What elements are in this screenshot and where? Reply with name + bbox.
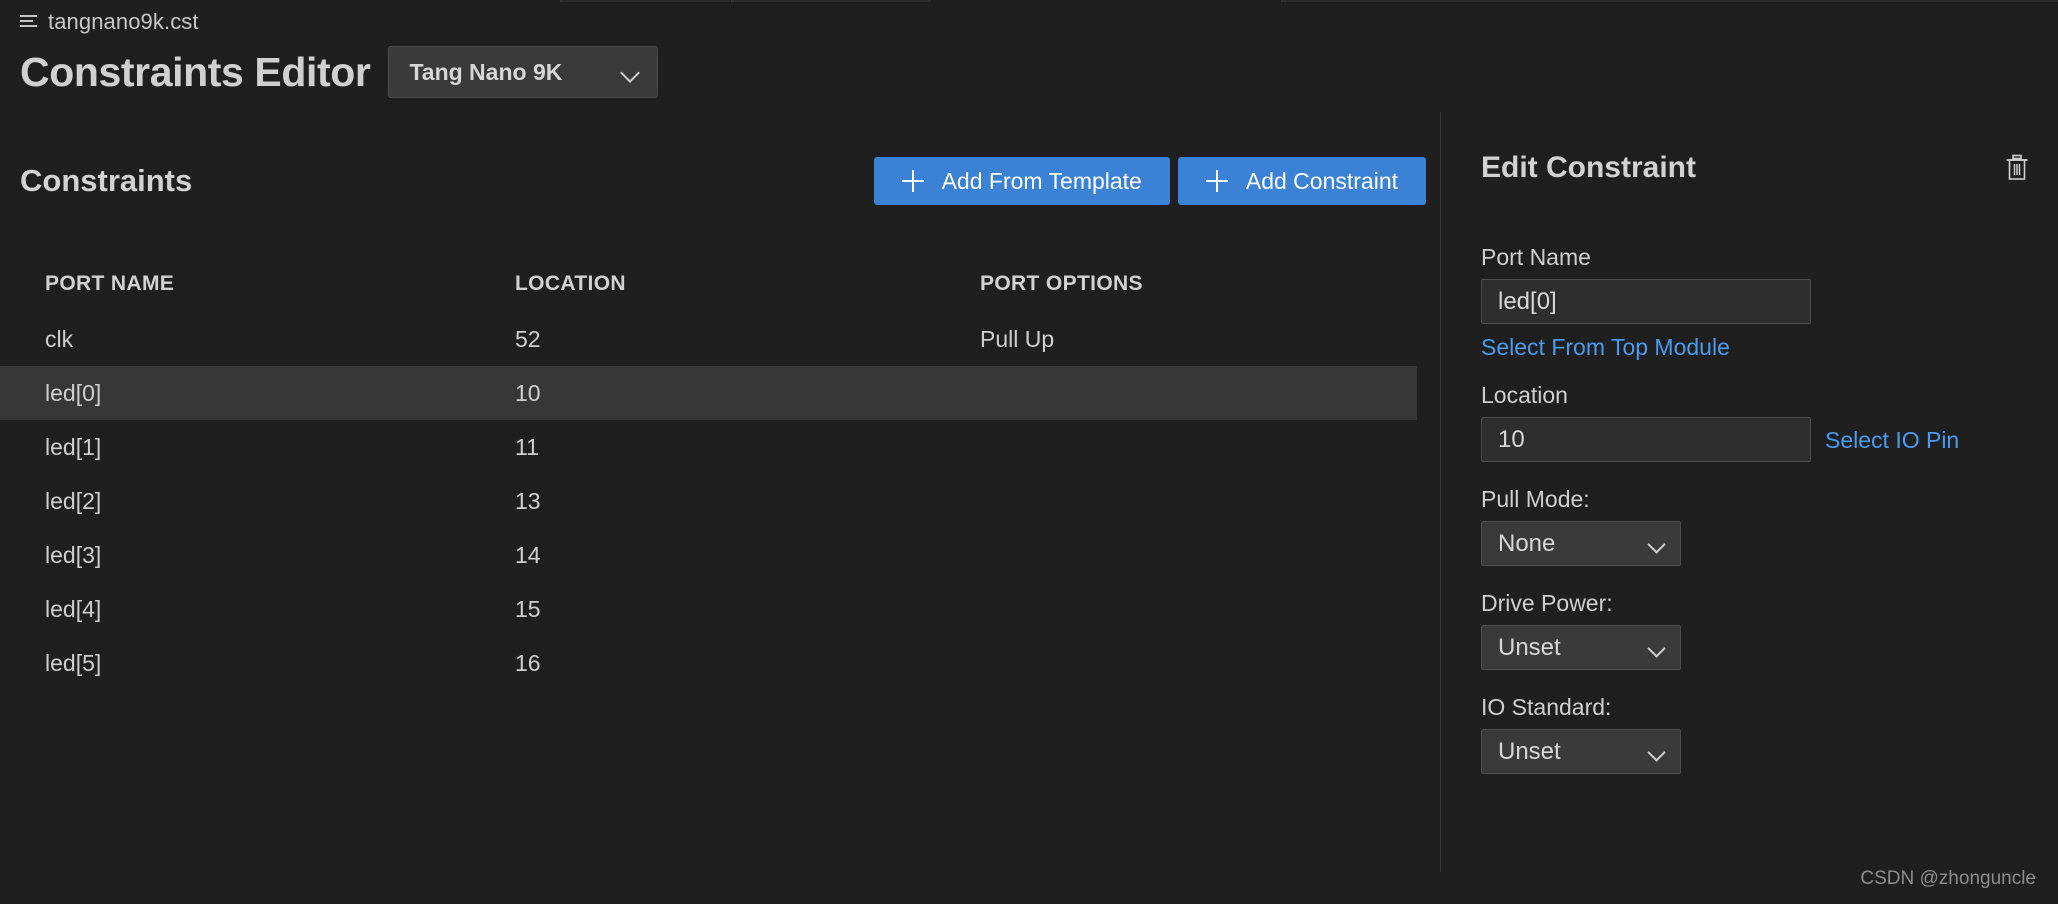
add-from-template-button[interactable]: Add From Template [873, 157, 1170, 205]
io-standard-select[interactable]: Unset [1481, 729, 1681, 774]
drive-power-label: Drive Power: [1481, 590, 1613, 616]
add-from-template-label: Add From Template [941, 167, 1142, 194]
chevron-down-icon [1648, 538, 1666, 549]
table-row[interactable]: led[3] 14 [0, 528, 1417, 582]
table-row[interactable]: led[5] 16 [0, 636, 1417, 690]
tab-segment[interactable] [731, 0, 931, 2]
cell-location: 52 [515, 325, 541, 352]
cell-location: 14 [515, 541, 541, 568]
column-header-port-name: PORT NAME [45, 272, 175, 295]
port-name-input[interactable] [1481, 279, 1811, 324]
cell-port-name: led[3] [45, 541, 102, 568]
plus-icon [901, 170, 924, 192]
add-constraint-label: Add Constraint [1245, 167, 1398, 194]
cell-port-name: led[5] [45, 649, 102, 676]
edit-constraint-header: Edit Constraint [1461, 150, 2038, 206]
list-icon [20, 15, 37, 29]
pull-mode-field-group: Pull Mode: None [1481, 484, 2038, 566]
breadcrumb[interactable]: tangnano9k.cst [20, 9, 199, 35]
add-constraint-button[interactable]: Add Constraint [1177, 157, 1426, 205]
cell-location: 13 [515, 487, 541, 514]
table-row[interactable]: led[0] 10 [0, 366, 1417, 420]
tab-segment[interactable] [1281, 0, 2058, 2]
chevron-down-icon [1648, 746, 1666, 757]
cell-port-name: clk [45, 325, 74, 352]
select-from-top-module-link[interactable]: Select From Top Module [1481, 332, 1730, 362]
chevron-down-icon [621, 66, 641, 78]
breadcrumb-file-label: tangnano9k.cst [48, 9, 199, 34]
board-select[interactable]: Tang Nano 9K [388, 46, 659, 98]
table-body: clk 52 Pull Up led[0] 10 led[1] 11 led[2] 13 led[… [0, 312, 1417, 690]
table-row[interactable]: led[4] 15 [0, 582, 1417, 636]
table-row[interactable]: clk 52 Pull Up [0, 312, 1417, 366]
constraints-header: Constraints Add From Template Add Constr… [0, 150, 1440, 212]
cell-port-name: led[0] [45, 379, 102, 406]
header-row: Constraints Editor Tang Nano 9K [20, 46, 659, 98]
table-row[interactable]: led[2] 13 [0, 474, 1417, 528]
edit-constraint-pane: Edit Constraint Port Name Select From To… [1441, 150, 2058, 774]
select-io-pin-link[interactable]: Select IO Pin [1825, 425, 1959, 455]
location-input[interactable] [1481, 417, 1811, 462]
board-select-value: Tang Nano 9K [409, 58, 563, 85]
column-header-port-options: PORT OPTIONS [980, 272, 1143, 295]
page-title: Constraints Editor [20, 49, 371, 95]
plus-icon [1205, 170, 1228, 192]
port-name-label: Port Name [1481, 244, 1591, 270]
tab-segment[interactable] [560, 0, 730, 2]
constraints-pane: Constraints Add From Template Add Constr… [0, 150, 1440, 690]
drive-power-field-group: Drive Power: Unset [1481, 588, 2038, 670]
cell-location: 10 [515, 379, 541, 406]
cell-location: 15 [515, 595, 541, 622]
table-header-row: PORT NAME LOCATION PORT OPTIONS [0, 260, 1417, 312]
editor-tab-strip [0, 0, 2058, 4]
cell-location: 16 [515, 649, 541, 676]
cell-port-options: Pull Up [980, 325, 1055, 352]
constraints-title: Constraints [20, 163, 193, 198]
cell-port-name: led[1] [45, 433, 102, 460]
io-standard-label: IO Standard: [1481, 694, 1612, 720]
io-standard-field-group: IO Standard: Unset [1481, 692, 2038, 774]
drive-power-select[interactable]: Unset [1481, 625, 1681, 670]
drive-power-value: Unset [1498, 633, 1561, 661]
edit-constraint-form: Port Name Select From Top Module Locatio… [1461, 206, 2038, 774]
cell-port-name: led[2] [45, 487, 102, 514]
cell-location: 11 [515, 433, 539, 460]
location-label: Location [1481, 382, 1568, 408]
pull-mode-label: Pull Mode: [1481, 486, 1590, 512]
watermark: CSDN @zhonguncle [1860, 868, 2036, 889]
edit-constraint-title: Edit Constraint [1481, 151, 1696, 184]
io-standard-value: Unset [1498, 737, 1561, 765]
cell-port-name: led[4] [45, 595, 102, 622]
constraints-editor-window: tangnano9k.cst Constraints Editor Tang N… [0, 0, 2058, 904]
column-header-location: LOCATION [515, 272, 626, 295]
location-field-group: Location Select IO Pin [1481, 380, 2038, 462]
constraints-actions: Add From Template Add Constraint [873, 157, 1426, 205]
trash-icon[interactable] [2004, 154, 2030, 182]
port-name-field-group: Port Name Select From Top Module [1481, 242, 2038, 362]
pull-mode-select[interactable]: None [1481, 521, 1681, 566]
chevron-down-icon [1648, 642, 1666, 653]
pull-mode-value: None [1498, 529, 1556, 557]
constraints-table: PORT NAME LOCATION PORT OPTIONS clk 52 Pul… [0, 260, 1417, 690]
table-row[interactable]: led[1] 11 [0, 420, 1417, 474]
